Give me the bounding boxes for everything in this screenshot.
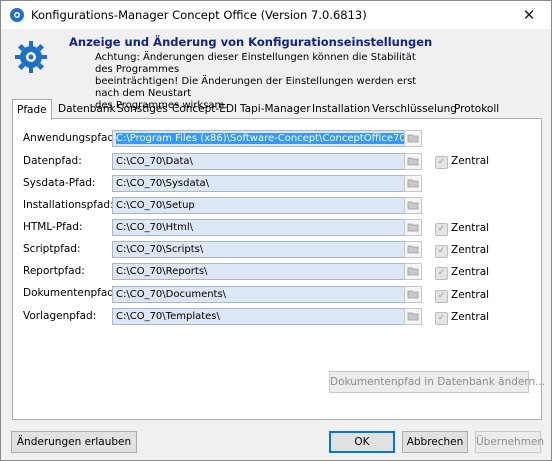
label-reportpfad: Reportpfad: xyxy=(23,265,85,277)
browse-folder-icon[interactable] xyxy=(404,308,422,325)
doc-path-db-button[interactable]: Dokumentenpfad in Datenbank ändern... xyxy=(329,371,545,393)
zentral-label: Zentral xyxy=(451,222,490,234)
browse-folder-icon[interactable] xyxy=(404,241,422,258)
config-window: Konfigurations-Manager Concept Office (V… xyxy=(0,0,552,461)
field-datenpfad[interactable]: C:\CO_70\Data\ xyxy=(112,153,407,170)
zentral-checkbox[interactable]: ✓ xyxy=(435,223,448,236)
label-html-pfad: HTML-Pfad: xyxy=(23,221,83,233)
label-datenpfad: Datenpfad: xyxy=(23,155,82,167)
browse-folder-icon[interactable] xyxy=(404,219,422,236)
field-reportpfad[interactable]: C:\CO_70\Reports\ xyxy=(112,263,407,280)
browse-folder-icon[interactable] xyxy=(404,130,422,147)
label-dokumentenpfad: Dokumentenpfad: xyxy=(23,287,118,299)
zentral-checkbox[interactable]: ✓ xyxy=(435,156,448,169)
tab-protokoll[interactable]: Protokoll xyxy=(454,101,499,118)
field-installationspfad[interactable]: C:\CO_70\Setup xyxy=(112,197,407,214)
app-icon xyxy=(10,8,24,22)
label-sysdata-pfad: Sysdata-Pfad: xyxy=(23,177,96,189)
zentral-label: Zentral xyxy=(451,311,490,323)
page-title: Anzeige und Änderung von Konfigurationse… xyxy=(69,35,433,49)
zentral-label: Zentral xyxy=(451,244,490,256)
zentral-label: Zentral xyxy=(451,266,490,278)
label-anwendungspfad: Anwendungspfad: xyxy=(23,132,118,144)
title-bar: Konfigurations-Manager Concept Office (V… xyxy=(1,1,551,29)
zentral-label: Zentral xyxy=(451,155,490,167)
zentral-checkbox[interactable]: ✓ xyxy=(435,267,448,280)
field-sysdata-pfad[interactable]: C:\CO_70\Sysdata\ xyxy=(112,175,407,192)
tab-pfade[interactable]: Pfade xyxy=(12,99,52,120)
field-vorlagenpfad[interactable]: C:\CO_70\Templates\ xyxy=(112,308,407,325)
field-scriptpfad[interactable]: C:\CO_70\Scripts\ xyxy=(112,241,407,258)
zentral-checkbox[interactable]: ✓ xyxy=(435,312,448,325)
tab-sonstiges[interactable]: Sonstiges xyxy=(117,101,168,118)
tab-concept-edi[interactable]: Concept-EDI xyxy=(172,101,237,118)
close-icon[interactable]: ✕ xyxy=(507,1,551,29)
tab-installation[interactable]: Installation xyxy=(312,101,370,118)
apply-button[interactable]: Übernehmen xyxy=(475,431,544,453)
browse-folder-icon[interactable] xyxy=(404,286,422,303)
gear-logo-icon xyxy=(15,41,47,73)
browse-folder-icon[interactable] xyxy=(404,263,422,280)
zentral-label: Zentral xyxy=(451,289,490,301)
browse-folder-icon[interactable] xyxy=(404,175,422,192)
label-vorlagenpfad: Vorlagenpfad: xyxy=(23,310,97,322)
field-html-pfad[interactable]: C:\CO_70\Html\ xyxy=(112,219,407,236)
tab-tapi-manager[interactable]: Tapi-Manager xyxy=(240,101,311,118)
browse-folder-icon[interactable] xyxy=(404,197,422,214)
tab-datenbank[interactable]: Datenbank xyxy=(58,101,116,118)
tab-verschluesselung[interactable]: Verschlüsselung xyxy=(372,101,457,118)
field-anwendungspfad[interactable]: C:\Program Files (x86)\Software-Concept\… xyxy=(112,130,407,147)
window-title: Konfigurations-Manager Concept Office (V… xyxy=(31,8,367,22)
cancel-button[interactable]: Abbrechen xyxy=(402,431,468,453)
zentral-checkbox[interactable]: ✓ xyxy=(435,245,448,258)
zentral-checkbox[interactable]: ✓ xyxy=(435,290,448,303)
field-dokumentenpfad[interactable]: C:\CO_70\Documents\ xyxy=(112,286,407,303)
label-scriptpfad: Scriptpfad: xyxy=(23,243,81,255)
label-installationspfad: Installationspfad: xyxy=(23,199,114,211)
browse-folder-icon[interactable] xyxy=(404,153,422,170)
allow-changes-button[interactable]: Änderungen erlauben xyxy=(11,431,137,453)
ok-button[interactable]: OK xyxy=(329,431,395,453)
